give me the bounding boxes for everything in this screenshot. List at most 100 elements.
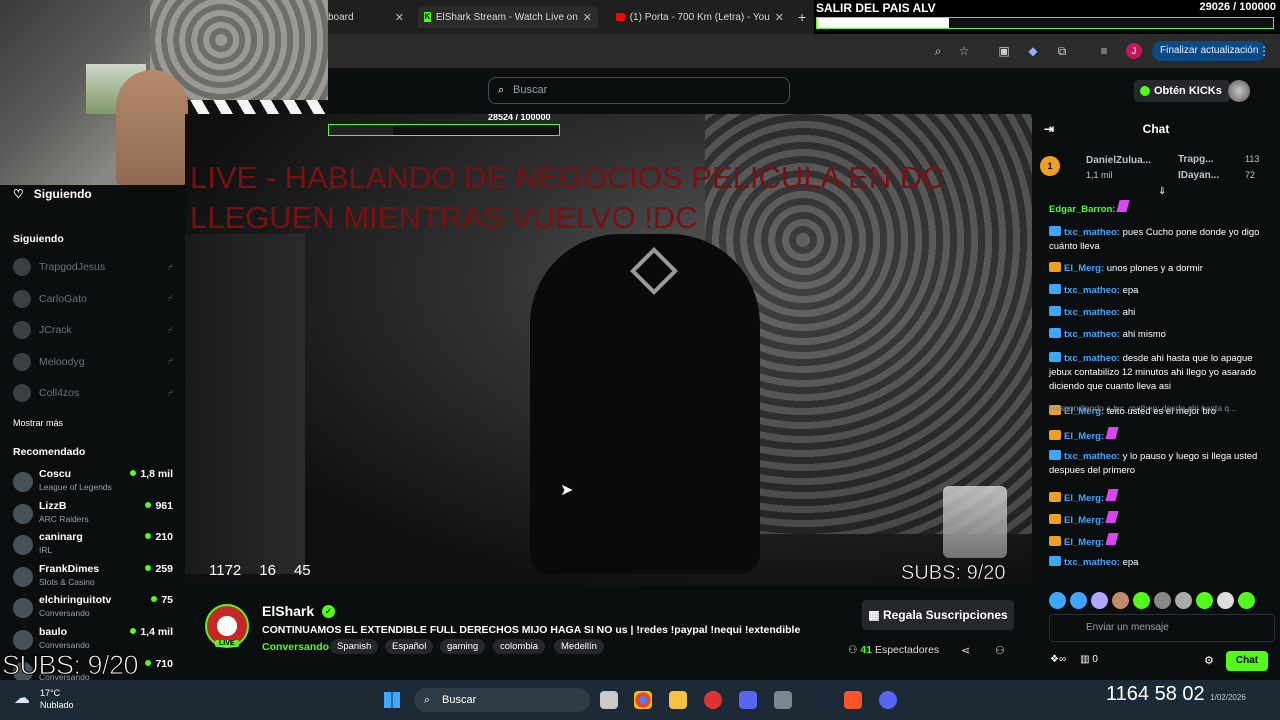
sidebar-item-label: Meloodyg: [39, 355, 85, 368]
steam-icon[interactable]: [809, 691, 827, 709]
sidebar-item-following[interactable]: JCrack ⌿: [13, 321, 173, 339]
settings-icon[interactable]: [774, 691, 792, 709]
channel-category: Conversando: [39, 608, 90, 619]
video-player[interactable]: LIVE - HABLANDO DE NEGOCIOS PELICULA EN …: [185, 114, 1032, 586]
goal-small-bar: [328, 124, 560, 136]
emote-picker-icon[interactable]: ❖∞: [1050, 654, 1066, 665]
taskbar-date: 1/02/2026: [1210, 693, 1246, 702]
chat-username[interactable]: El_Merg:: [1064, 515, 1104, 526]
chat-username[interactable]: El_Merg:: [1064, 537, 1104, 548]
chat-username[interactable]: El_Merg:: [1064, 493, 1104, 504]
emote-icon[interactable]: [1154, 592, 1171, 609]
follow-user-icon[interactable]: ⚇: [995, 644, 1005, 657]
puzzle-extensions-icon[interactable]: ⧉: [1054, 43, 1070, 59]
emote-icon[interactable]: [1133, 592, 1150, 609]
tab-close-icon[interactable]: ✕: [583, 11, 592, 24]
collapse-chat-icon[interactable]: ⇥: [1044, 114, 1054, 144]
task-view-icon[interactable]: [600, 691, 618, 709]
file-explorer-icon[interactable]: [669, 691, 687, 709]
emote-icon[interactable]: [1112, 592, 1129, 609]
chat-username[interactable]: Edgar_Barron:: [1049, 204, 1116, 215]
screenshot-icon[interactable]: ▣: [996, 43, 1012, 59]
weather-widget[interactable]: ☁ 17°C Nublado: [14, 688, 74, 710]
emote-icon[interactable]: [1049, 592, 1066, 609]
emote-icon[interactable]: [1238, 592, 1255, 609]
emote-icon[interactable]: [1196, 592, 1213, 609]
tag-gaming[interactable]: gaming: [440, 639, 486, 654]
taskbar-search[interactable]: ⌕ Buscar: [414, 688, 590, 712]
chat-username[interactable]: txc_matheo:: [1064, 451, 1120, 462]
chat-username[interactable]: txc_matheo:: [1064, 307, 1120, 318]
sidebar-item-following[interactable]: Coll4zos ⌿: [13, 384, 173, 402]
emote-icon[interactable]: [1070, 592, 1087, 609]
emote-icon[interactable]: [1091, 592, 1108, 609]
gift-icon: ▦: [868, 608, 883, 622]
sidebar-item-recommended[interactable]: Coscu League of Legends 1,8 mil: [13, 468, 173, 498]
discord-icon[interactable]: [879, 691, 897, 709]
chat-username[interactable]: txc_matheo:: [1064, 329, 1120, 340]
tab-close-icon[interactable]: ✕: [395, 11, 404, 24]
app-icon[interactable]: [739, 691, 757, 709]
chat-input[interactable]: Enviar un mensaje: [1049, 614, 1275, 642]
chat-settings-icon[interactable]: ⚙: [1204, 654, 1214, 667]
user-badge-icon: [1049, 284, 1061, 294]
goal-count: 29026 / 100000: [1199, 1, 1276, 13]
profile-avatar[interactable]: J: [1126, 43, 1142, 59]
tag-espanol[interactable]: Español: [385, 639, 434, 654]
tab-board[interactable]: board ✕: [328, 6, 404, 28]
user-badge-icon: [1049, 306, 1061, 316]
chat-username[interactable]: txc_matheo:: [1064, 227, 1120, 238]
kicks-counter[interactable]: ▥ 0: [1080, 654, 1098, 665]
tab-elshark[interactable]: K ElShark Stream - Watch Live on ✕: [418, 6, 598, 28]
search-input[interactable]: ⌕ Buscar: [488, 77, 790, 104]
chat-username[interactable]: txc_matheo:: [1064, 557, 1120, 568]
chat-username[interactable]: txc_matheo:: [1064, 285, 1120, 296]
bookmark-star-icon[interactable]: ☆: [956, 43, 972, 59]
sidebar-item-recommended[interactable]: elchiringuitotv Conversando 75: [13, 594, 173, 624]
windows-taskbar: ☁ 17°C Nublado ⌕ Buscar 1164 58 02 1/02/2…: [0, 680, 1280, 720]
tag-colombia[interactable]: colombia: [493, 639, 546, 654]
channel-name[interactable]: ElShark: [262, 603, 314, 619]
kicks-counter-value: 0: [1092, 654, 1098, 665]
windows-start-icon[interactable]: [384, 692, 400, 708]
sidebar-item-following[interactable]: TrapgodJesus ⌿: [13, 258, 173, 276]
zoom-icon[interactable]: ⌕: [930, 43, 946, 59]
new-tab-button[interactable]: +: [798, 6, 812, 28]
sidebar-item-following[interactable]: Meloodyg ⌿: [13, 352, 173, 371]
brave-icon[interactable]: [844, 691, 862, 709]
app-icon[interactable]: [704, 691, 722, 709]
user-avatar[interactable]: [1228, 80, 1250, 102]
emote-icon[interactable]: [1175, 592, 1192, 609]
extension-icon[interactable]: ◆: [1025, 43, 1041, 59]
chat-message: El_Merg:: [1049, 533, 1271, 550]
sidebar-item-recommended[interactable]: caninarg IRL 210: [13, 531, 173, 561]
expand-supporters-icon[interactable]: ⇓: [1158, 186, 1166, 197]
chrome-icon[interactable]: [634, 691, 652, 709]
sidebar-item-following[interactable]: CarloGato ⌿: [13, 289, 173, 308]
sidebar-item-recommended[interactable]: FrankDimes Slots & Casino 259: [13, 563, 173, 593]
media-controls-icon[interactable]: ≡: [1096, 43, 1112, 59]
chat-message: txc_matheo: ahi mismo: [1049, 328, 1271, 342]
gift-subs-button[interactable]: ▦ Regala Suscripciones: [862, 600, 1014, 630]
show-more-link[interactable]: Mostrar más: [13, 418, 63, 428]
update-button[interactable]: Finalizar actualización: [1152, 41, 1267, 61]
stream-category[interactable]: Conversando: [262, 641, 329, 653]
menu-kebab-icon[interactable]: ⋮: [1256, 43, 1272, 59]
tag-medellin[interactable]: Medellín: [554, 639, 604, 654]
send-chat-button[interactable]: Chat: [1226, 651, 1268, 671]
get-kicks-button[interactable]: Obtén KICKs: [1134, 80, 1230, 102]
sidebar-following-title[interactable]: ♡ Siguiendo: [13, 187, 92, 201]
emote-icon[interactable]: [1217, 592, 1234, 609]
chat-username[interactable]: El_Merg:: [1064, 263, 1104, 274]
avatar: [13, 472, 33, 492]
tag-spanish[interactable]: Spanish: [330, 639, 379, 654]
avatar: [13, 503, 33, 524]
sidebar-item-recommended[interactable]: LizzB ARC Raiders 961: [13, 500, 173, 530]
chat-username[interactable]: El_Merg:: [1064, 431, 1104, 442]
channel-name: elchiringuitotv: [39, 594, 112, 607]
tab-close-icon[interactable]: ✕: [775, 11, 784, 24]
chat-username[interactable]: txc_matheo:: [1064, 353, 1120, 364]
chat-text: ahi mismo: [1122, 329, 1166, 340]
tab-youtube[interactable]: (1) Porta - 700 Km (Letra) - You ✕: [610, 6, 790, 28]
share-icon[interactable]: ⋖: [961, 644, 970, 657]
